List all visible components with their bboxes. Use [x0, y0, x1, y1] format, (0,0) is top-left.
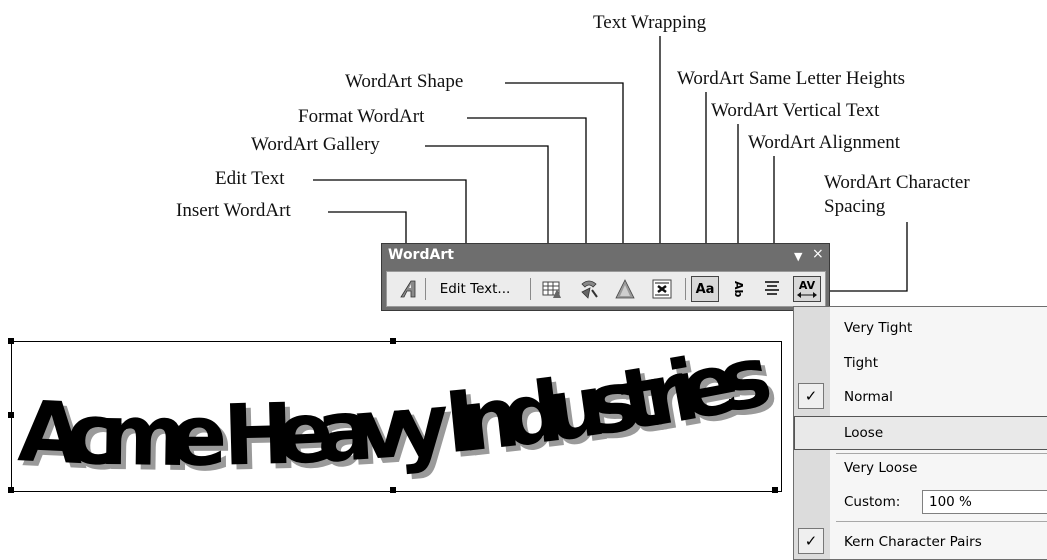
wordart-alignment-button[interactable]: [760, 276, 784, 302]
checkmark-icon: ✓: [798, 383, 824, 409]
toolbar-separator: [530, 278, 531, 300]
format-wordart-button[interactable]: [576, 276, 602, 302]
wordart-object[interactable]: Acme Heavy Industries Acme Heavy Industr…: [8, 338, 782, 493]
toolbar-options-button[interactable]: ▼: [794, 250, 802, 263]
toolbar-close-button[interactable]: ×: [812, 246, 824, 262]
menu-item-normal[interactable]: ✓ Normal: [794, 380, 1047, 414]
menu-item-very-loose[interactable]: Very Loose: [794, 451, 1047, 485]
menu-item-label: Very Loose: [844, 460, 918, 476]
menu-separator: [836, 521, 1047, 522]
vertical-text-button[interactable]: Ab: [726, 276, 750, 302]
callout-wordart-gallery: WordArt Gallery: [251, 134, 380, 155]
menu-item-custom: Custom: 100 %: [794, 485, 1047, 519]
menu-item-tight[interactable]: Tight: [794, 346, 1047, 380]
callout-character-spacing-line2: Spacing: [824, 196, 886, 217]
menu-item-label: Tight: [844, 355, 879, 371]
wordart-shape-icon: [615, 279, 635, 299]
menu-item-label: Very Tight: [844, 320, 913, 336]
wordart-graphic: Acme Heavy Industries Acme Heavy Industr…: [16, 342, 781, 490]
callout-same-letter-heights: WordArt Same Letter Heights: [677, 68, 905, 89]
text-wrapping-icon: [652, 279, 672, 299]
callout-alignment: WordArt Alignment: [748, 132, 901, 153]
wordart-toolbar: WordArt ▼ × Edit Text... Aa Ab AV: [381, 243, 830, 311]
callout-character-spacing-line1: WordArt Character: [824, 172, 970, 193]
insert-wordart-icon: [400, 280, 416, 298]
menu-item-label: Normal: [844, 389, 893, 405]
custom-spacing-input[interactable]: 100 %: [922, 490, 1047, 514]
menu-item-very-tight[interactable]: Very Tight: [794, 311, 1047, 345]
callout-wordart-shape: WordArt Shape: [345, 71, 464, 92]
wordart-shape-button[interactable]: [613, 276, 637, 302]
spacing-arrow-icon: [797, 291, 817, 298]
callout-character-spacing: WordArt Character Spacing: [824, 171, 970, 219]
same-letter-heights-icon: Aa: [695, 281, 715, 297]
menu-item-label: Custom:: [844, 494, 901, 510]
wordart-text: Acme Heavy Industries: [16, 342, 779, 485]
menu-item-kern-pairs[interactable]: ✓ Kern Character Pairs: [794, 525, 1047, 559]
menu-item-loose[interactable]: Loose: [794, 416, 1047, 450]
edit-text-button[interactable]: Edit Text...: [431, 276, 519, 302]
wordart-gallery-button[interactable]: [540, 276, 564, 302]
checkmark-icon: ✓: [798, 528, 824, 554]
callout-format-wordart: Format WordArt: [298, 106, 425, 127]
menu-item-label: Kern Character Pairs: [844, 534, 982, 550]
insert-wordart-button[interactable]: [397, 276, 421, 302]
callout-insert-wordart: Insert WordArt: [176, 200, 291, 221]
alignment-icon: [765, 281, 779, 295]
character-spacing-button[interactable]: AV: [793, 276, 821, 302]
same-letter-heights-button[interactable]: Aa: [691, 276, 719, 302]
character-spacing-icon: AV: [798, 278, 816, 292]
menu-item-label: Loose: [844, 425, 884, 441]
format-wordart-icon: [581, 280, 598, 299]
vertical-text-icon: Ab: [732, 280, 745, 298]
toolbar-separator: [685, 278, 686, 300]
callout-edit-text: Edit Text: [215, 168, 285, 189]
text-wrapping-button[interactable]: [650, 276, 674, 302]
callout-vertical-text: WordArt Vertical Text: [711, 100, 880, 121]
character-spacing-menu: Very Tight Tight ✓ Normal Loose Very Loo…: [793, 306, 1047, 560]
toolbar-buttons: Edit Text... Aa Ab AV: [386, 271, 826, 307]
svg-text:Acme Heavy Industries: Acme Heavy Industries: [16, 342, 776, 485]
callout-text-wrapping: Text Wrapping: [593, 12, 707, 33]
toolbar-title: WordArt: [388, 247, 454, 263]
toolbar-separator: [425, 278, 426, 300]
wordart-gallery-icon: [542, 281, 561, 298]
